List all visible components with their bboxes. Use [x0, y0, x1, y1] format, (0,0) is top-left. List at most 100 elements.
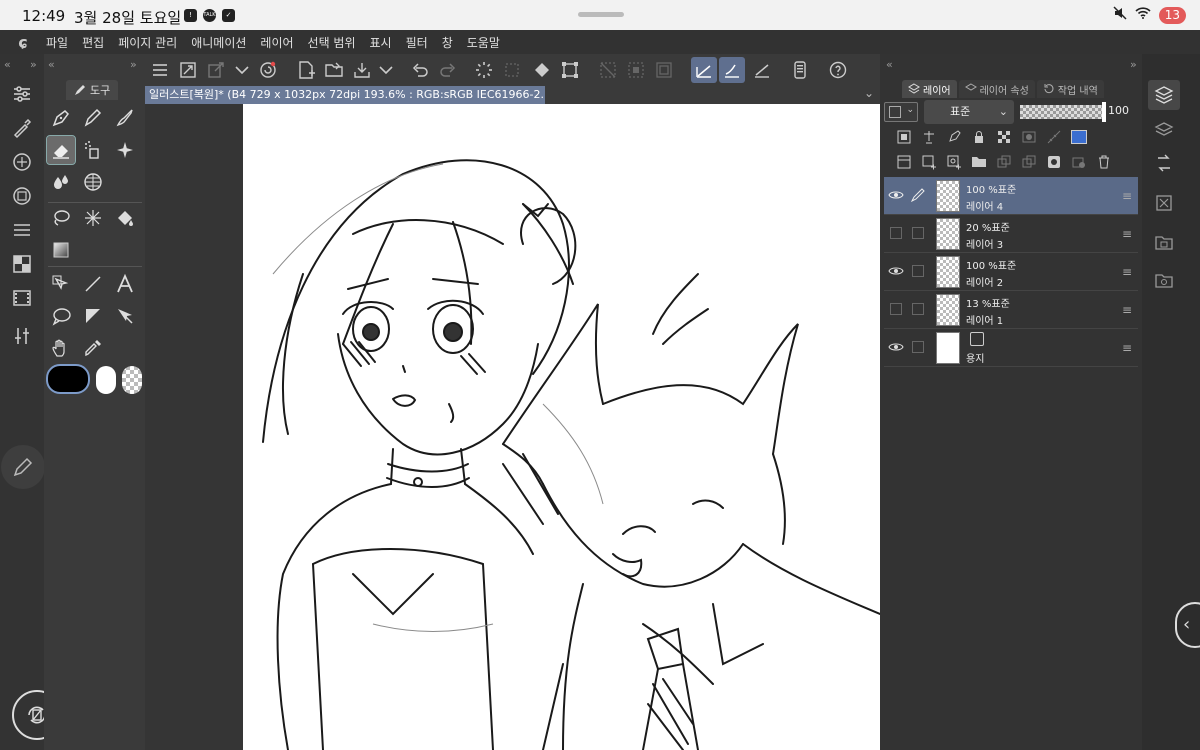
frame-border-icon[interactable] — [79, 302, 107, 330]
brush-tool-icon[interactable] — [111, 104, 139, 132]
layer-row[interactable]: 용지 ≡ — [884, 329, 1138, 367]
material-folder-icon[interactable] — [1148, 228, 1180, 258]
smartphone-icon[interactable] — [787, 57, 813, 83]
tab-layer-property[interactable]: 레이어 속성 — [958, 80, 1035, 98]
transform-icon[interactable] — [557, 57, 583, 83]
invert-selection-icon[interactable] — [623, 57, 649, 83]
layer-drag-handle-icon[interactable]: ≡ — [1122, 189, 1132, 203]
menu-animation[interactable]: 애니메이션 — [191, 34, 246, 51]
merge-below-icon[interactable] — [1021, 154, 1037, 170]
new-raster-layer-icon[interactable] — [921, 154, 937, 170]
transparent-color-swatch[interactable] — [122, 366, 142, 394]
export-icon[interactable] — [203, 57, 229, 83]
color-wheel-icon[interactable] — [8, 150, 36, 174]
history-palette-icon[interactable] — [1148, 148, 1180, 178]
app-logo[interactable]: ɕ — [0, 33, 46, 52]
new-vector-layer-icon[interactable] — [946, 154, 962, 170]
selection-border-icon[interactable] — [651, 57, 677, 83]
reference-icon[interactable] — [921, 129, 937, 145]
rpanel-collapse-right-icon[interactable]: » — [1130, 58, 1137, 71]
lock-icon[interactable] — [971, 129, 987, 145]
ruler-link-icon[interactable] — [1046, 129, 1062, 145]
fill-tool-icon[interactable] — [111, 204, 139, 232]
edit-target-checkbox[interactable] — [912, 227, 924, 239]
layer-row[interactable]: 13 %표준 레이어 1 ≡ — [884, 291, 1138, 329]
gradient-tool-icon[interactable] — [47, 236, 75, 264]
menu-file[interactable]: 파일 — [46, 34, 68, 51]
resize-canvas-icon[interactable] — [175, 57, 201, 83]
eye-icon[interactable] — [888, 339, 904, 355]
tab-list-chevron-icon[interactable]: ⌄ — [864, 86, 874, 100]
blend-mode-select[interactable]: 표준 ⌄ — [924, 100, 1014, 124]
layer-menu-icon[interactable] — [896, 154, 912, 170]
layer-drag-handle-icon[interactable]: ≡ — [1122, 341, 1132, 355]
eraser-tool-icon[interactable] — [46, 135, 76, 165]
layer-row[interactable]: 100 %표준 레이어 2 ≡ — [884, 253, 1138, 291]
rpanel-collapse-left-icon[interactable]: « — [886, 58, 893, 71]
eyedropper-tool-icon[interactable] — [79, 334, 107, 362]
brush-size-icon[interactable] — [8, 116, 36, 140]
pencil-tool-icon[interactable] — [79, 104, 107, 132]
create-mask-icon[interactable] — [1046, 154, 1062, 170]
material-palette-icon[interactable] — [1148, 188, 1180, 218]
operation-tool-icon[interactable] — [47, 270, 75, 298]
deselect-icon[interactable] — [595, 57, 621, 83]
new-file-icon[interactable] — [293, 57, 319, 83]
clip-icon[interactable] — [896, 129, 912, 145]
fill-layer-icon[interactable] — [529, 57, 555, 83]
line-tool-icon[interactable] — [79, 270, 107, 298]
visibility-checkbox[interactable] — [890, 227, 902, 239]
blend-tool-icon[interactable] — [47, 168, 75, 196]
clear-icon[interactable] — [499, 57, 525, 83]
tab-history[interactable]: 작업 내역 — [1036, 80, 1104, 98]
layer-palette-icon[interactable] — [1148, 80, 1180, 110]
color-slider-icon[interactable] — [8, 184, 36, 208]
redo-icon[interactable] — [435, 57, 461, 83]
export-dropdown-icon[interactable] — [229, 57, 255, 83]
layer-color-icon[interactable] — [1071, 130, 1087, 144]
lock-transparent-icon[interactable] — [996, 129, 1012, 145]
pen-mode-button[interactable] — [1, 445, 45, 489]
balloon-tool-icon[interactable] — [47, 302, 75, 330]
material-3d-icon[interactable] — [1148, 266, 1180, 296]
menu-edit[interactable]: 편집 — [82, 34, 104, 51]
snap-special-ruler-icon[interactable] — [719, 57, 745, 83]
snap-grid-icon[interactable] — [749, 57, 775, 83]
film-icon[interactable] — [8, 286, 36, 310]
new-folder-icon[interactable] — [971, 154, 987, 170]
tool-property-icon[interactable] — [8, 82, 36, 106]
layer-drag-handle-icon[interactable]: ≡ — [1122, 303, 1132, 317]
canvas-tab[interactable]: 일러스트[복원]* (B4 729 x 1032px 72dpi 193.6% … — [145, 86, 545, 104]
hand-tool-icon[interactable] — [47, 334, 75, 362]
save-icon[interactable] — [349, 57, 375, 83]
menu-icon[interactable] — [147, 57, 173, 83]
draft-icon[interactable] — [946, 129, 962, 145]
save-dropdown-icon[interactable] — [373, 57, 399, 83]
palette-collapse-right-icon[interactable]: » — [130, 58, 137, 71]
magic-wand-icon[interactable] — [79, 204, 107, 232]
tool-tab[interactable]: 도구 — [66, 80, 119, 100]
visibility-checkbox[interactable] — [890, 303, 902, 315]
ruler-tool-icon[interactable] — [111, 302, 139, 330]
menu-view[interactable]: 표시 — [370, 34, 392, 51]
pen-tool-icon[interactable] — [47, 104, 75, 132]
apply-mask-icon[interactable] — [1071, 154, 1087, 170]
intermediate-color-icon[interactable] — [8, 252, 36, 276]
opacity-thumb[interactable] — [1102, 102, 1106, 122]
edit-target-checkbox[interactable] — [912, 341, 924, 353]
edit-target-checkbox[interactable] — [912, 303, 924, 315]
tab-layer[interactable]: 레이어 — [902, 80, 957, 98]
figure-grid-icon[interactable] — [79, 168, 107, 196]
palette-collapse-left-icon[interactable]: « — [48, 58, 55, 71]
main-color-swatch[interactable] — [46, 364, 90, 394]
drawing-paper[interactable] — [243, 104, 881, 750]
multitask-handle[interactable] — [578, 12, 624, 17]
menu-selection[interactable]: 선택 범위 — [308, 34, 356, 51]
layer-row[interactable]: 100 %표준 레이어 4 ≡ — [884, 177, 1138, 215]
layer-drag-handle-icon[interactable]: ≡ — [1122, 227, 1132, 241]
layer-property-palette-icon[interactable] — [1148, 116, 1180, 146]
menu-layer[interactable]: 레이어 — [260, 34, 293, 51]
decoration-tool-icon[interactable] — [111, 136, 139, 164]
layer-row[interactable]: 20 %표준 레이어 3 ≡ — [884, 215, 1138, 253]
adjust-icon[interactable] — [8, 324, 36, 348]
